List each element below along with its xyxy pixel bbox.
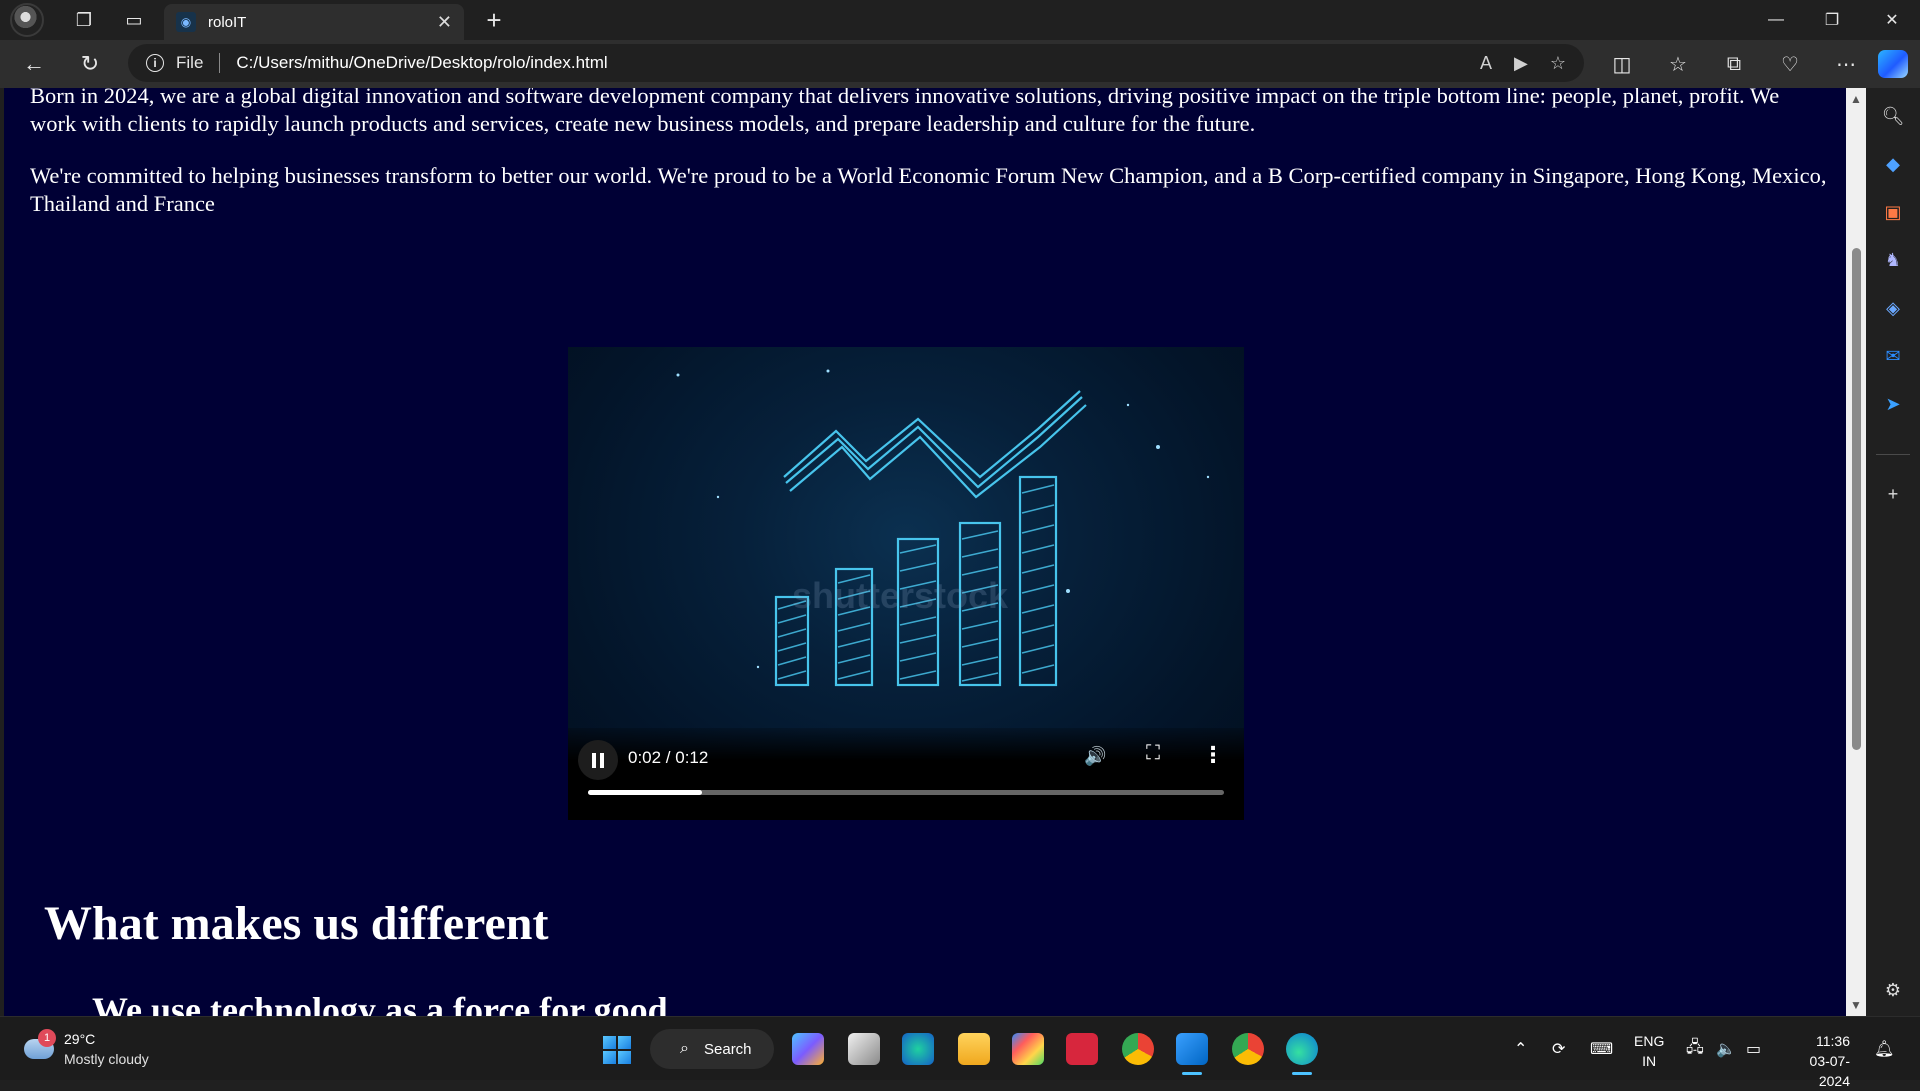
page-viewport: Born in 2024, we are a global digital in… [4, 88, 1846, 1016]
edge-icon[interactable] [1286, 1033, 1318, 1075]
section-subheading: We use technology as a force for good [92, 990, 668, 1016]
language-region: IN [1642, 1053, 1657, 1069]
system-clock[interactable]: 11:36 03-07-2024 [1784, 1031, 1850, 1091]
video-time: 0:02 / 0:12 [628, 748, 709, 767]
minimize-icon[interactable]: — [1748, 0, 1804, 40]
add-icon[interactable]: + [1881, 482, 1905, 506]
vscode-icon[interactable] [1176, 1033, 1208, 1075]
weather-condition[interactable]: Mostly cloudy [64, 1051, 149, 1067]
search-icon[interactable]: 🔍︎ [1881, 104, 1905, 128]
search-icon: ⌕ [680, 1040, 689, 1057]
site-info-icon[interactable]: i [146, 54, 164, 72]
read-aloud-icon[interactable]: A [1480, 53, 1492, 74]
video-controls: 0:02 / 0:12 🔊 ⛶ ⋮ [568, 728, 1244, 820]
outlook-icon[interactable]: ✉ [1881, 344, 1905, 368]
video-player[interactable]: shutterstock 0:02 / 0:12 🔊 ⛶ ⋮ [568, 347, 1244, 820]
sidebar-settings-icon[interactable]: ⚙ [1881, 978, 1905, 1002]
pause-button[interactable] [578, 740, 618, 780]
file-explorer-icon[interactable] [958, 1033, 990, 1065]
collections-icon[interactable]: ⧉ [1706, 53, 1762, 76]
settings-more-icon[interactable]: ⋯ [1818, 52, 1874, 77]
back-icon[interactable]: ← [10, 44, 58, 84]
notifications-icon[interactable]: 🔔︎ [1874, 1017, 1894, 1081]
network-icon[interactable]: 🖧 [1686, 1017, 1704, 1081]
address-bar[interactable]: i File C:/Users/mithu/OneDrive/Desktop/r… [128, 44, 1584, 82]
site-favicon-icon: ◉ [176, 12, 196, 32]
split-screen-icon[interactable]: ◫ [1594, 52, 1650, 77]
favorite-star-icon[interactable]: ☆ [1550, 53, 1566, 74]
clock-time: 11:36 [1816, 1033, 1850, 1049]
growth-chart-illustration [676, 369, 1210, 687]
taskbar-search[interactable]: ⌕ Search [650, 1029, 774, 1069]
copilot-icon[interactable] [1878, 50, 1908, 78]
scroll-down-icon[interactable]: ▼ [1850, 998, 1862, 1012]
fullscreen-icon[interactable]: ⛶ [1146, 742, 1160, 765]
drop-icon[interactable]: ➤ [1881, 392, 1905, 416]
taskbar: 1 29°C Mostly cloudy ⌕ Search ⌃ ⟳ ⌨ ENG … [0, 1016, 1920, 1089]
close-window-icon[interactable]: ✕ [1864, 0, 1920, 40]
sidebar-divider [1876, 454, 1910, 455]
favorites-icon[interactable]: ☆ [1650, 52, 1706, 77]
volume-icon[interactable]: 🔊 [1084, 746, 1106, 767]
more-options-icon[interactable]: ⋮ [1202, 742, 1224, 768]
weather-badge: 1 [38, 1029, 56, 1047]
copilot-app-icon[interactable] [792, 1033, 824, 1065]
close-tab-icon[interactable]: ✕ [437, 12, 452, 33]
page-scrollbar[interactable]: ▲ ▼ [1846, 88, 1866, 1016]
workspaces-icon[interactable]: ❐ [64, 0, 104, 40]
tab-actions-icon[interactable]: ▭ [114, 0, 154, 40]
tools-icon[interactable]: ▣ [1881, 200, 1905, 224]
section-heading: What makes us different [44, 897, 549, 950]
tab-title: roloIT [208, 13, 247, 31]
tab-active[interactable]: ◉ roloIT ✕ [164, 4, 464, 40]
microsoft-365-icon[interactable]: ◈ [1881, 296, 1905, 320]
chrome-profile-icon[interactable] [1232, 1033, 1264, 1065]
amd-software-icon[interactable] [1066, 1033, 1098, 1065]
scroll-up-icon[interactable]: ▲ [1850, 92, 1862, 106]
new-tab-button[interactable]: + [474, 0, 514, 40]
battery-icon[interactable]: ▭ [1746, 1017, 1761, 1081]
browser-essentials-icon[interactable]: ♡ [1762, 52, 1818, 77]
clock-date: 03-07-2024 [1809, 1053, 1850, 1089]
language-code: ENG [1634, 1033, 1665, 1049]
video-seek-bar[interactable] [588, 790, 1224, 795]
show-hidden-icons[interactable]: ⌃ [1514, 1017, 1527, 1081]
navigation-bar: ← ↻ i File C:/Users/mithu/OneDrive/Deskt… [0, 40, 1920, 88]
video-progress [588, 790, 703, 795]
shopping-tag-icon[interactable]: ◆ [1881, 152, 1905, 176]
sync-icon[interactable]: ⟳ [1552, 1017, 1565, 1081]
language-indicator[interactable]: ENG IN [1634, 1031, 1664, 1071]
url-text[interactable]: C:/Users/mithu/OneDrive/Desktop/rolo/ind… [236, 53, 607, 73]
taskbar-search-label: Search [704, 1040, 752, 1058]
start-button[interactable] [603, 1036, 631, 1064]
scroll-thumb[interactable] [1852, 248, 1861, 750]
chrome-icon[interactable] [1122, 1033, 1154, 1065]
mission-paragraph: We're committed to helping businesses tr… [30, 163, 1827, 216]
profile-avatar[interactable] [10, 3, 44, 37]
about-paragraph: Born in 2024, we are a global digital in… [30, 88, 1780, 136]
volume-icon[interactable]: 🔈 [1716, 1017, 1736, 1081]
weather-temperature[interactable]: 29°C [64, 1031, 95, 1047]
scheme-label: File [176, 53, 204, 72]
refresh-icon[interactable]: ↻ [66, 44, 114, 84]
edge-sidebar: 🔍︎ ◆ ▣ ♞ ◈ ✉ ➤ + ⚙ [1866, 88, 1920, 1016]
address-separator [219, 53, 221, 73]
video-watermark: shutterstock [792, 575, 1009, 616]
restore-icon[interactable]: ❐ [1804, 0, 1860, 40]
edge-beta-icon[interactable] [902, 1033, 934, 1065]
immersive-reader-icon[interactable]: ▶ [1514, 53, 1528, 74]
task-view-icon[interactable] [848, 1033, 880, 1065]
games-icon[interactable]: ♞ [1881, 248, 1905, 272]
microsoft-store-icon[interactable] [1012, 1033, 1044, 1065]
touch-keyboard-icon[interactable]: ⌨ [1590, 1017, 1613, 1081]
